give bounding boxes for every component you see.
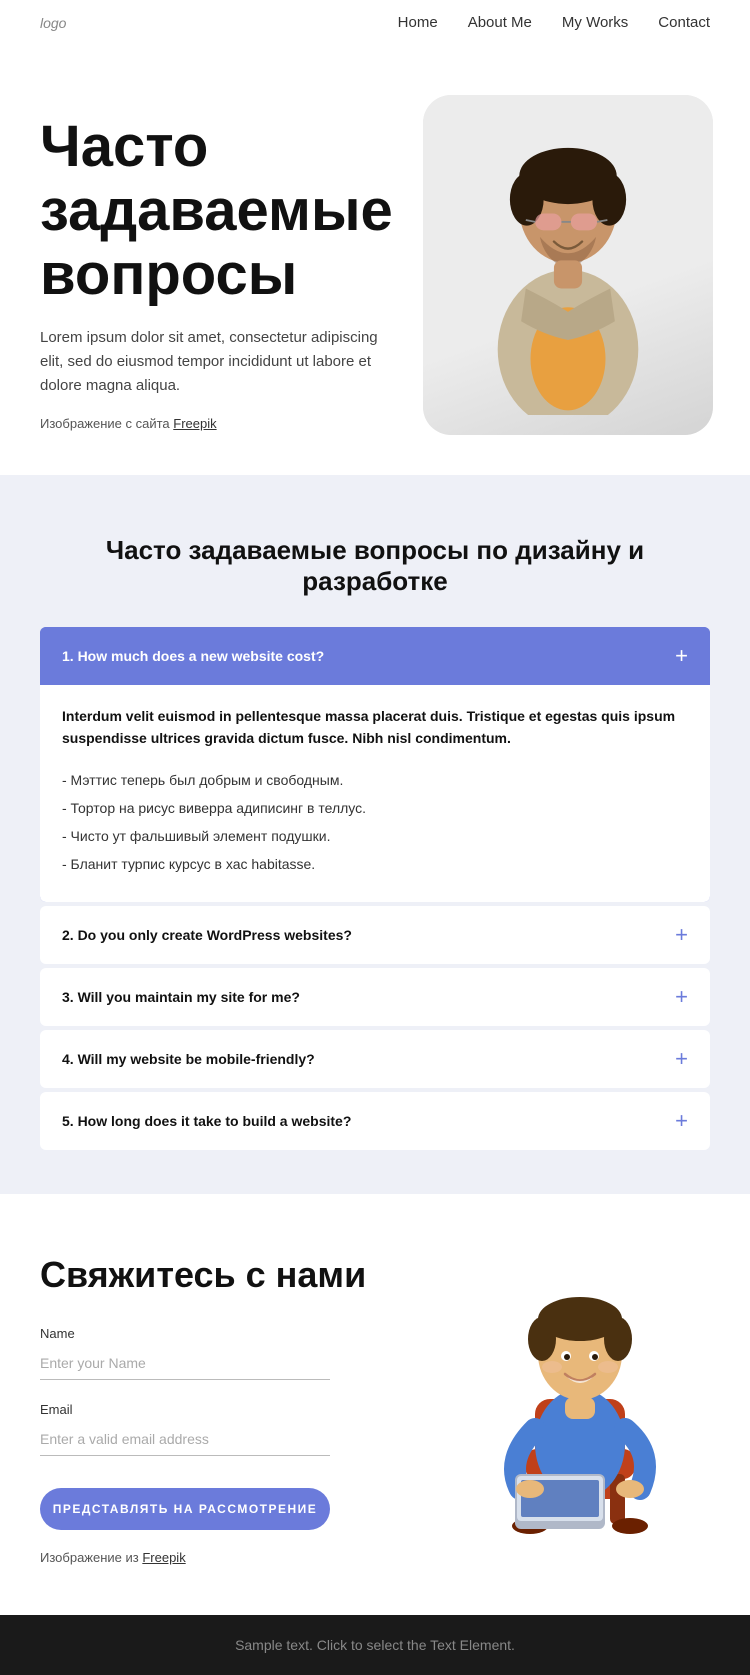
faq-item-1: 1. How much does a new website cost? + I…: [40, 627, 710, 902]
footer: Sample text. Click to select the Text El…: [0, 1615, 750, 1675]
freepik-link-2[interactable]: Freepik: [142, 1550, 185, 1565]
email-label: Email: [40, 1402, 420, 1417]
faq-list-item-1-2: - Тортор на рисус виверра адиписинг в те…: [62, 794, 688, 822]
faq-item-3: 3. Will you maintain my site for me? +: [40, 968, 710, 1026]
hero-title: Часто задаваемые вопросы: [40, 115, 393, 306]
faq-header-3[interactable]: 3. Will you maintain my site for me? +: [40, 968, 710, 1026]
faq-body-1: Interdum velit euismod in pellentesque m…: [40, 685, 710, 902]
faq-body-bold-1: Interdum velit euismod in pellentesque m…: [62, 705, 688, 750]
email-form-group: Email: [40, 1402, 420, 1456]
faq-plus-icon-4: +: [675, 1048, 688, 1070]
faq-list-item-1-1: - Мэттис теперь был добрым и свободным.: [62, 766, 688, 794]
faq-list-item-1-3: - Чисто ут фальшивый элемент подушки.: [62, 822, 688, 850]
name-input[interactable]: [40, 1347, 330, 1380]
logo: logo: [40, 15, 66, 31]
nav-about[interactable]: About Me: [468, 14, 532, 31]
hero-text: Часто задаваемые вопросы Lorem ipsum dol…: [40, 95, 393, 431]
faq-section: Часто задаваемые вопросы по дизайну и ра…: [0, 475, 750, 1194]
contact-section: Свяжитесь с нами Name Email ПРЕДСТАВЛЯТЬ…: [0, 1194, 750, 1615]
faq-body-list-1: - Мэттис теперь был добрым и свободным. …: [62, 766, 688, 878]
nav-home[interactable]: Home: [398, 14, 438, 31]
nav-links: Home About Me My Works Contact: [398, 14, 710, 31]
faq-item-4: 4. Will my website be mobile-friendly? +: [40, 1030, 710, 1088]
faq-item-5: 5. How long does it take to build a webs…: [40, 1092, 710, 1150]
hero-image-credit: Изображение с сайта Freepik: [40, 416, 393, 431]
hero-description: Lorem ipsum dolor sit amet, consectetur …: [40, 326, 380, 398]
name-label: Name: [40, 1326, 420, 1341]
faq-question-4: 4. Will my website be mobile-friendly?: [62, 1051, 315, 1067]
faq-plus-icon-3: +: [675, 986, 688, 1008]
contact-illustration: [450, 1254, 710, 1554]
freepik-link[interactable]: Freepik: [173, 416, 216, 431]
hero-photo-inner: [423, 95, 713, 435]
footer-text: Sample text. Click to select the Text El…: [235, 1637, 515, 1653]
hero-section: Часто задаваемые вопросы Lorem ipsum dol…: [0, 45, 750, 475]
nav-works[interactable]: My Works: [562, 14, 628, 31]
submit-button[interactable]: ПРЕДСТАВЛЯТЬ НА РАССМОТРЕНИЕ: [40, 1488, 330, 1530]
faq-header-4[interactable]: 4. Will my website be mobile-friendly? +: [40, 1030, 710, 1088]
faq-section-title: Часто задаваемые вопросы по дизайну и ра…: [40, 535, 710, 597]
nav-contact[interactable]: Contact: [658, 14, 710, 31]
name-form-group: Name: [40, 1326, 420, 1380]
faq-header-1[interactable]: 1. How much does a new website cost? +: [40, 627, 710, 685]
faq-question-3: 3. Will you maintain my site for me?: [62, 989, 300, 1005]
faq-plus-icon-1: +: [675, 645, 688, 667]
navbar: logo Home About Me My Works Contact: [0, 0, 750, 45]
contact-title: Свяжитесь с нами: [40, 1254, 420, 1296]
faq-question-1: 1. How much does a new website cost?: [62, 648, 324, 664]
faq-header-5[interactable]: 5. How long does it take to build a webs…: [40, 1092, 710, 1150]
faq-item-2: 2. Do you only create WordPress websites…: [40, 906, 710, 964]
faq-header-2[interactable]: 2. Do you only create WordPress websites…: [40, 906, 710, 964]
contact-form: Свяжитесь с нами Name Email ПРЕДСТАВЛЯТЬ…: [40, 1254, 420, 1565]
faq-plus-icon-5: +: [675, 1110, 688, 1132]
hero-photo: [423, 95, 713, 435]
faq-question-5: 5. How long does it take to build a webs…: [62, 1113, 351, 1129]
faq-plus-icon-2: +: [675, 924, 688, 946]
contact-image-credit: Изображение из Freepik: [40, 1550, 420, 1565]
hero-person-illustration: [458, 115, 678, 415]
faq-question-2: 2. Do you only create WordPress websites…: [62, 927, 352, 943]
contact-person-svg: [455, 1259, 705, 1549]
email-input[interactable]: [40, 1423, 330, 1456]
faq-list-item-1-4: - Бланит турпис курсус в хас habitasse.: [62, 850, 688, 878]
